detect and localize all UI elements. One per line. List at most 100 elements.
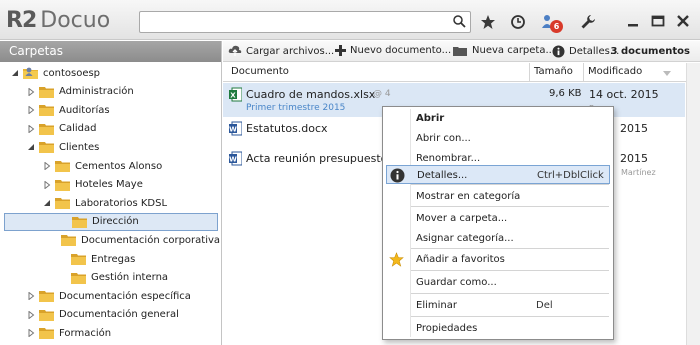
folder-icon [39,140,55,154]
context-menu-label: Añadir a favoritos [416,254,505,265]
close-icon [677,15,689,27]
new-folder-label: Nueva carpeta... [472,45,556,56]
context-menu-label: Abrir [416,113,445,124]
context-menu-item[interactable]: Añadir a favoritos [386,250,610,270]
context-menu-item[interactable]: Mover a carpeta... [386,209,610,229]
new-folder-button[interactable]: Nueva carpeta... [453,45,555,56]
tree-collapse-icon[interactable] [26,142,36,152]
sidebar-item-label: Gestión interna [91,272,169,284]
sidebar-item[interactable]: Documentación corporativa [0,231,220,249]
tree-collapse-icon[interactable] [10,68,20,78]
sidebar-item-label: Documentación corporativa [81,234,221,246]
svg-text:W: W [229,156,237,164]
document-name[interactable]: Acta reunión presupuestos [246,152,393,165]
settings-button[interactable] [576,10,600,34]
sidebar-item[interactable]: Calidad [0,120,220,138]
context-menu-item[interactable]: Asignar categoría... [386,229,610,249]
tree-expand-icon[interactable] [26,105,36,115]
sidebar-item[interactable]: Cementos Alonso [0,157,220,175]
tree-expand-icon[interactable] [26,291,36,301]
tree-expand-icon[interactable] [42,180,52,190]
column-document[interactable]: Documento [231,66,289,77]
sidebar-item[interactable]: Hoteles Maye [0,176,220,194]
context-menu-shortcut: Ctrl+DblClick [537,170,604,181]
maximize-button[interactable] [648,12,668,30]
sidebar-item[interactable]: Auditorías [0,101,220,119]
context-menu-label: Mover a carpeta... [416,213,508,224]
document-name[interactable]: Cuadro de mandos.xlsx [246,88,375,101]
sidebar-item[interactable]: Dirección [4,212,218,231]
logo-mark: R2 [6,7,37,33]
sidebar-item[interactable]: Formación [0,324,220,342]
vertical-scrollbar[interactable] [686,63,700,345]
column-modified[interactable]: Modificado [588,66,642,77]
folders-sidebar: Carpetas contosoesp Administración Auditor… [0,41,222,345]
context-menu-item[interactable]: Propiedades [386,319,610,339]
context-menu-item[interactable]: Guardar como... [386,273,610,293]
word-file-icon: W [229,151,243,169]
context-menu-item[interactable]: Abrir [386,109,610,129]
folder-icon [39,289,55,303]
sidebar-item[interactable]: Clientes [0,138,220,156]
excel-file-icon: X [229,87,243,105]
sidebar-item[interactable]: Laboratorios KDSL [0,194,220,212]
tree-collapse-icon[interactable] [42,198,52,208]
sidebar-item[interactable]: Administración [0,83,220,101]
sidebar-item-label: Administración [59,86,134,98]
recent-button[interactable] [506,10,530,34]
sidebar-item[interactable]: Documentación específica [0,287,220,305]
word-file-icon: W [229,121,243,139]
document-name[interactable]: Estatutos.docx [246,122,328,135]
context-menu-item[interactable]: Detalles... Ctrl+DblClick [386,165,610,184]
sort-arrow-icon[interactable] [663,68,671,79]
sidebar-item-label: Entregas [91,253,136,265]
document-author: Martínez [621,168,656,177]
context-menu-label: Propiedades [416,323,478,334]
upload-files-button[interactable]: Cargar archivos... [228,45,334,57]
document-size: 9,6 KB [549,88,582,99]
sidebar-item[interactable]: Entregas [0,250,220,268]
favorites-star-button[interactable] [476,10,500,34]
folder-icon [71,252,87,266]
context-menu-item[interactable]: Mostrar en categoría [386,187,610,207]
search-box[interactable] [139,11,471,33]
column-size[interactable]: Tamaño [534,66,573,77]
info-icon [390,168,405,186]
new-document-button[interactable]: Nuevo documento... [335,45,451,56]
menu-separator [411,270,609,271]
search-icon[interactable] [452,14,466,31]
sidebar-item[interactable]: Documentación general [0,306,220,324]
document-modified: 2015 [620,122,648,135]
tree-expand-icon[interactable] [26,124,36,134]
context-menu-label: Asignar categoría... [416,233,514,244]
app-logo: R2 Docuo [6,6,110,34]
column-divider[interactable] [529,63,530,82]
sidebar-item-label: Documentación general [59,309,179,321]
context-menu-item[interactable]: Abrir con... [386,129,610,149]
search-input[interactable] [140,12,440,32]
notifications-button[interactable]: 6 [537,10,563,34]
details-button[interactable]: Detalles... [552,45,619,58]
sidebar-item[interactable]: contosoesp [0,64,220,82]
document-count: 3 documentos [610,46,690,57]
tree-expand-icon[interactable] [26,310,36,320]
folder-icon [71,271,87,285]
column-divider[interactable] [583,63,584,82]
folder-icon [55,196,71,210]
sidebar-item-label: Cementos Alonso [75,160,163,172]
folder-icon [39,85,55,99]
svg-text:W: W [229,126,237,134]
tree-expand-icon[interactable] [26,87,36,97]
minimize-button[interactable] [623,12,643,30]
tree-expand-icon[interactable] [42,161,52,171]
sidebar-item-label: contosoesp [43,67,101,79]
folder-icon [39,308,55,322]
close-button[interactable] [673,12,693,30]
tree-expand-icon[interactable] [26,328,36,338]
context-menu: Abrir Abrir con... Renombrar... Detalles...… [382,106,614,340]
maximize-icon [651,15,665,27]
sidebar-item[interactable]: Gestión interna [0,269,220,287]
context-menu-item[interactable]: Eliminar Del [386,296,610,316]
